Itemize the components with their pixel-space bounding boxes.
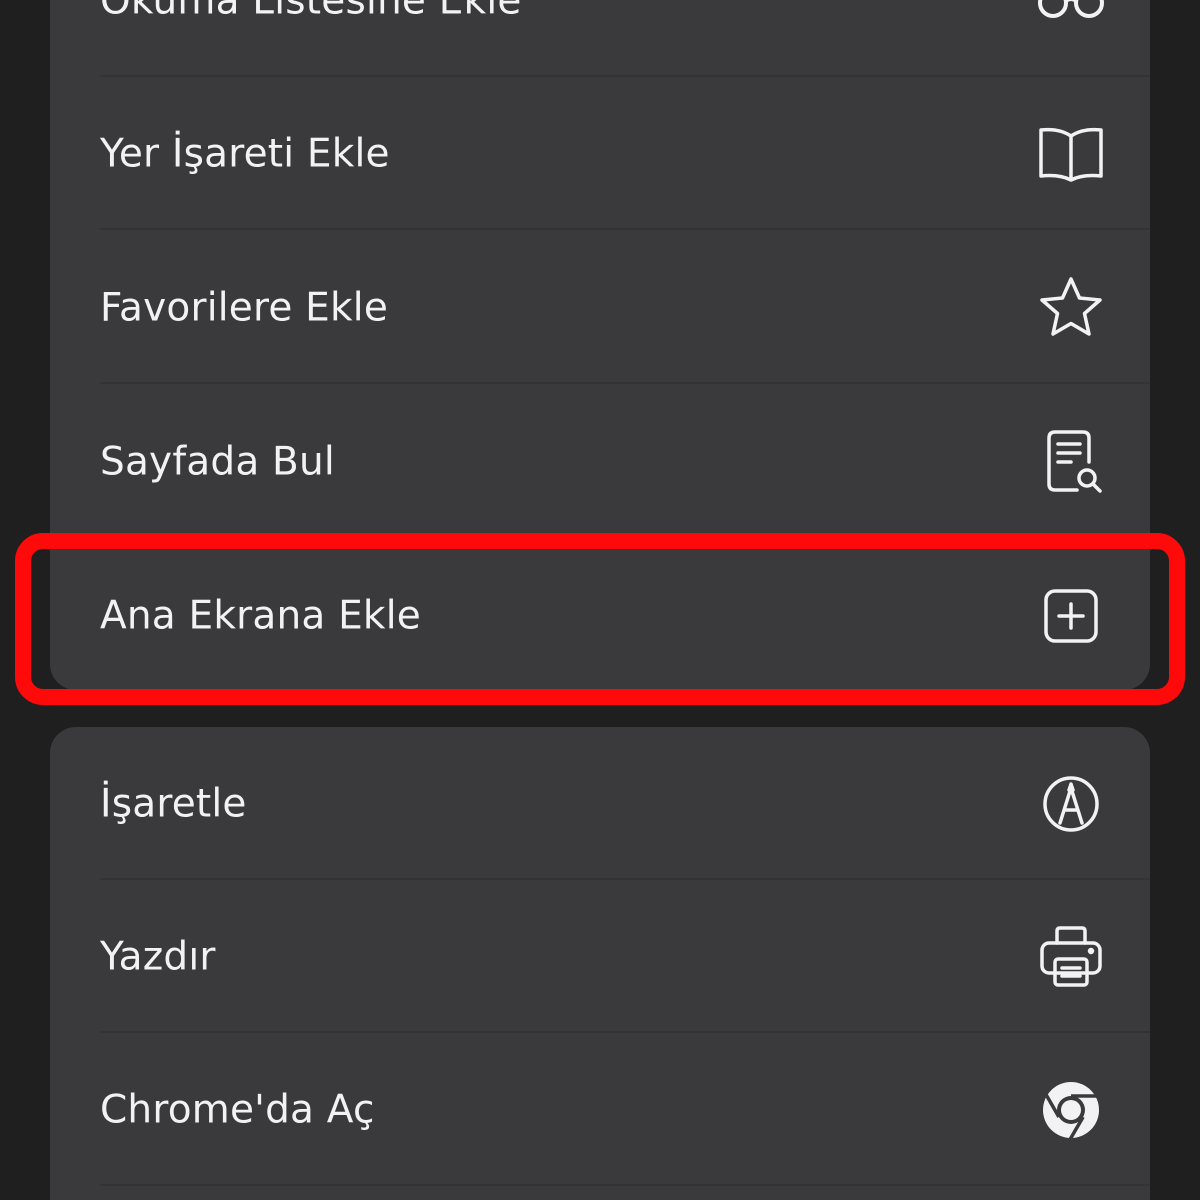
glasses-icon — [1035, 0, 1107, 37]
menu-item-label: Ana Ekrana Ekle — [100, 593, 421, 638]
menu-item-find-on-page[interactable]: Sayfada Bul — [50, 385, 1150, 538]
find-in-page-icon — [1035, 426, 1107, 498]
menu-item-label: Chrome'da Aç — [100, 1087, 375, 1132]
menu-item-label: Okuma Listesine Ekle — [100, 0, 522, 23]
menu-item-label: Favorilere Ekle — [100, 285, 389, 330]
menu-item-reading-list[interactable]: Okuma Listesine Ekle — [50, 0, 1150, 77]
share-menu-group-bottom: İşaretle Yazdır Chrome'da Aç — [50, 727, 1150, 1200]
separator — [100, 382, 1150, 384]
menu-item-add-bookmark[interactable]: Yer İşareti Ekle — [50, 77, 1150, 230]
separator — [100, 1184, 1150, 1186]
menu-item-label: Yer İşareti Ekle — [100, 131, 390, 176]
share-menu-group-top: Okuma Listesine Ekle Yer İşareti Ekle Fa… — [50, 0, 1150, 690]
printer-icon — [1035, 921, 1107, 993]
menu-item-open-in-chrome[interactable]: Chrome'da Aç — [50, 1033, 1150, 1186]
separator — [100, 228, 1150, 230]
menu-item-label: Yazdır — [100, 934, 216, 979]
menu-item-label: İşaretle — [100, 781, 247, 826]
book-icon — [1035, 118, 1107, 190]
star-icon — [1035, 272, 1107, 344]
add-square-icon — [1035, 580, 1107, 652]
menu-item-label: Sayfada Bul — [100, 439, 335, 484]
menu-item-add-to-home-screen[interactable]: Ana Ekrana Ekle — [50, 539, 1150, 690]
menu-item-add-favorites[interactable]: Favorilere Ekle — [50, 231, 1150, 384]
chrome-icon — [1035, 1074, 1107, 1146]
separator — [100, 536, 1150, 538]
markup-pen-icon — [1035, 768, 1107, 840]
menu-item-markup[interactable]: İşaretle — [50, 727, 1150, 880]
menu-item-print[interactable]: Yazdır — [50, 880, 1150, 1033]
